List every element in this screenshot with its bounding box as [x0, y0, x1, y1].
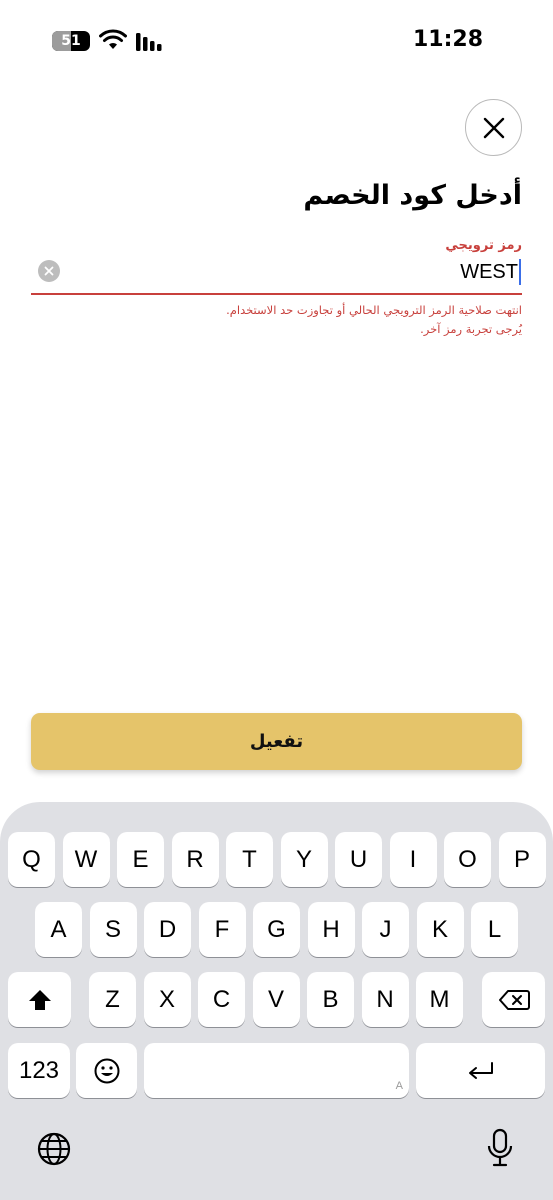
key-f[interactable]: F — [198, 902, 246, 957]
key-h[interactable]: H — [307, 902, 355, 957]
numbers-key[interactable]: 123 — [8, 1043, 70, 1098]
key-o[interactable]: O — [444, 832, 491, 887]
key-l[interactable]: L — [471, 902, 518, 957]
space-hint: A — [395, 1080, 403, 1092]
key-m[interactable]: M — [416, 972, 463, 1027]
key-u[interactable]: U — [335, 832, 382, 887]
close-icon — [483, 117, 504, 138]
microphone-icon[interactable] — [485, 1128, 515, 1168]
backspace-key[interactable] — [482, 972, 545, 1027]
key-x-label: X — [158, 985, 175, 1013]
error-line-2: يُرجى تجربة رمز آخر. — [420, 322, 522, 336]
key-k-label: K — [431, 915, 448, 943]
key-t-label: T — [242, 845, 257, 873]
wifi-icon — [99, 29, 127, 49]
activate-button[interactable]: تفعيل — [31, 713, 522, 770]
promo-code-value: WEST — [460, 261, 518, 283]
key-s-label: S — [104, 915, 121, 943]
key-q[interactable]: Q — [8, 832, 55, 887]
emoji-key[interactable] — [76, 1043, 137, 1098]
key-z[interactable]: Z — [89, 972, 136, 1027]
error-line-1: انتهت صلاحية الرمز الترويجي الحالي أو تج… — [226, 303, 522, 317]
key-i-label: I — [409, 845, 417, 873]
key-j-label: J — [379, 915, 392, 943]
key-z-label: Z — [105, 985, 120, 1013]
promo-field-label: رمز ترويجي — [445, 238, 522, 253]
promo-code-input[interactable]: WEST — [460, 258, 521, 286]
key-d[interactable]: D — [144, 902, 191, 957]
key-p[interactable]: P — [498, 832, 546, 887]
battery-percent: 51 — [61, 33, 81, 49]
emoji-icon — [94, 1058, 119, 1083]
key-w[interactable]: W — [62, 832, 110, 887]
key-d-label: D — [158, 915, 177, 943]
promo-field-underline — [31, 293, 522, 295]
key-b-label: B — [322, 985, 339, 1013]
key-a-label: A — [50, 915, 67, 943]
shift-key[interactable] — [8, 972, 71, 1027]
key-f-label: F — [214, 915, 230, 943]
globe-icon[interactable] — [36, 1131, 72, 1167]
key-p-label: P — [513, 845, 530, 873]
key-w-label: W — [74, 845, 98, 873]
key-s[interactable]: S — [89, 902, 137, 957]
key-n[interactable]: N — [361, 972, 409, 1027]
key-l-label: L — [487, 915, 502, 943]
key-t[interactable]: T — [226, 832, 273, 887]
key-h-label: H — [322, 915, 340, 943]
return-icon — [468, 1061, 493, 1079]
key-y-label: Y — [295, 845, 312, 873]
status-time: 11:28 — [412, 27, 484, 52]
key-e-label: E — [132, 845, 149, 873]
key-k[interactable]: K — [416, 902, 464, 957]
page-title: أدخل كود الخصم — [303, 180, 522, 211]
key-o-label: O — [458, 845, 477, 873]
promo-error-message: انتهت صلاحية الرمز الترويجي الحالي أو تج… — [122, 301, 522, 339]
key-n-label: N — [376, 985, 394, 1013]
key-q-label: Q — [22, 845, 41, 873]
key-v[interactable]: V — [252, 972, 300, 1027]
key-r-label: R — [186, 845, 204, 873]
key-b[interactable]: B — [307, 972, 354, 1027]
key-i[interactable]: I — [389, 832, 437, 887]
cellular-signal-icon — [136, 33, 162, 51]
clear-circle-icon[interactable] — [38, 260, 60, 282]
key-x[interactable]: X — [143, 972, 191, 1027]
key-r[interactable]: R — [171, 832, 219, 887]
key-c-label: C — [212, 985, 231, 1013]
text-caret — [519, 259, 521, 285]
status-bar: 51 11:28 — [0, 0, 553, 80]
key-a[interactable]: A — [35, 902, 82, 957]
backspace-icon — [498, 989, 530, 1010]
close-button[interactable] — [465, 99, 522, 156]
numbers-key-label: 123 — [18, 1056, 60, 1084]
return-key[interactable] — [416, 1043, 545, 1098]
space-key[interactable]: A — [144, 1043, 409, 1098]
key-g-label: G — [267, 915, 286, 943]
key-e[interactable]: E — [117, 832, 164, 887]
key-m-label: M — [429, 985, 450, 1013]
key-v-label: V — [267, 985, 284, 1013]
key-j[interactable]: J — [362, 902, 409, 957]
battery-icon: 51 — [52, 31, 90, 51]
key-c[interactable]: C — [198, 972, 245, 1027]
shift-icon — [28, 989, 51, 1010]
key-g[interactable]: G — [253, 902, 300, 957]
key-y[interactable]: Y — [280, 832, 328, 887]
key-u-label: U — [349, 845, 368, 873]
